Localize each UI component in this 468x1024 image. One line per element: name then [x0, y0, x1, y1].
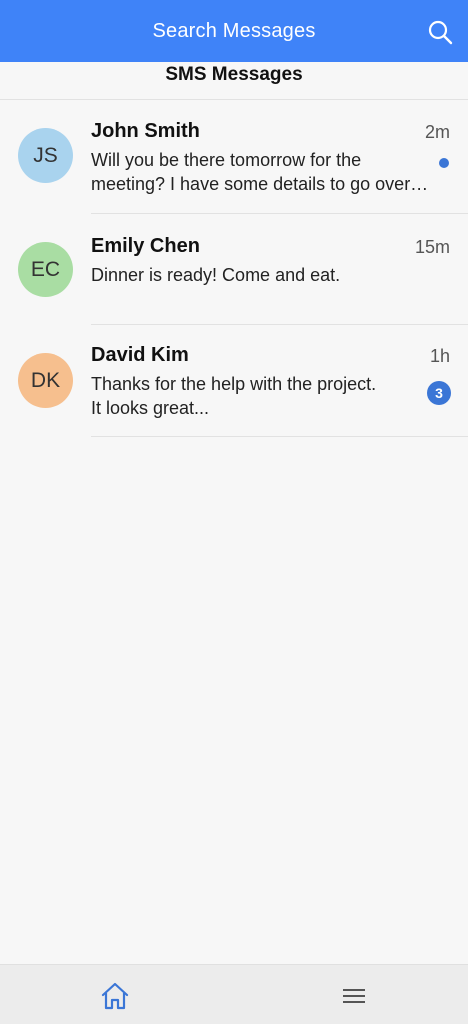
- menu-icon: [343, 989, 365, 1003]
- preview-line: It looks great...: [91, 398, 210, 418]
- avatar-initials: EC: [30, 257, 61, 281]
- row-divider: [91, 436, 468, 437]
- search-button[interactable]: [424, 16, 456, 48]
- message-preview: Will you be there tomorrow for the meeti…: [91, 148, 451, 196]
- preview-line: Will you be there tomorrow for the: [91, 150, 362, 170]
- conversation-row-david-kim[interactable]: DK David Kim 1h Thanks for the help with…: [0, 325, 468, 437]
- unread-dot: [439, 158, 449, 168]
- avatar: JS: [18, 128, 73, 183]
- message-time: 2m: [424, 122, 450, 142]
- contact-name: David Kim: [91, 344, 189, 366]
- conversation-row-emily-chen[interactable]: EC Emily Chen 15m Dinner is ready! Come …: [0, 214, 468, 325]
- avatar-initials: JS: [33, 143, 58, 167]
- menu-button[interactable]: [337, 979, 371, 1013]
- conversation-row-john-smith[interactable]: JS John Smith 2m Will you be there tomor…: [0, 100, 468, 214]
- bottom-navigation: [0, 964, 468, 1024]
- message-time: 15m: [414, 237, 450, 257]
- avatar: DK: [18, 353, 73, 408]
- unread-count-badge: 3: [427, 381, 451, 405]
- section-title: SMS Messages: [165, 63, 303, 85]
- home-icon: [101, 982, 129, 1010]
- message-preview: Dinner is ready! Come and eat.: [91, 263, 451, 287]
- home-button[interactable]: [98, 979, 132, 1013]
- preview-line: Dinner is ready! Come and eat.: [91, 265, 341, 285]
- section-header: SMS Messages: [0, 62, 468, 100]
- sms-app: Search Messages SMS Messages JS John Smi…: [0, 0, 468, 1024]
- message-preview: Thanks for the help with the project. It…: [91, 372, 451, 420]
- avatar: EC: [18, 242, 73, 297]
- avatar-initials: DK: [30, 368, 61, 392]
- preview-line: meeting? I have some details to go over…: [91, 174, 429, 194]
- contact-name: Emily Chen: [91, 235, 200, 257]
- search-bar[interactable]: Search Messages: [0, 0, 468, 62]
- message-time: 1h: [429, 346, 450, 366]
- conversation-list: JS John Smith 2m Will you be there tomor…: [0, 100, 468, 437]
- search-title[interactable]: Search Messages: [152, 20, 315, 43]
- search-icon: [428, 20, 453, 45]
- contact-name: John Smith: [91, 120, 200, 142]
- preview-line: Thanks for the help with the project.: [91, 374, 377, 394]
